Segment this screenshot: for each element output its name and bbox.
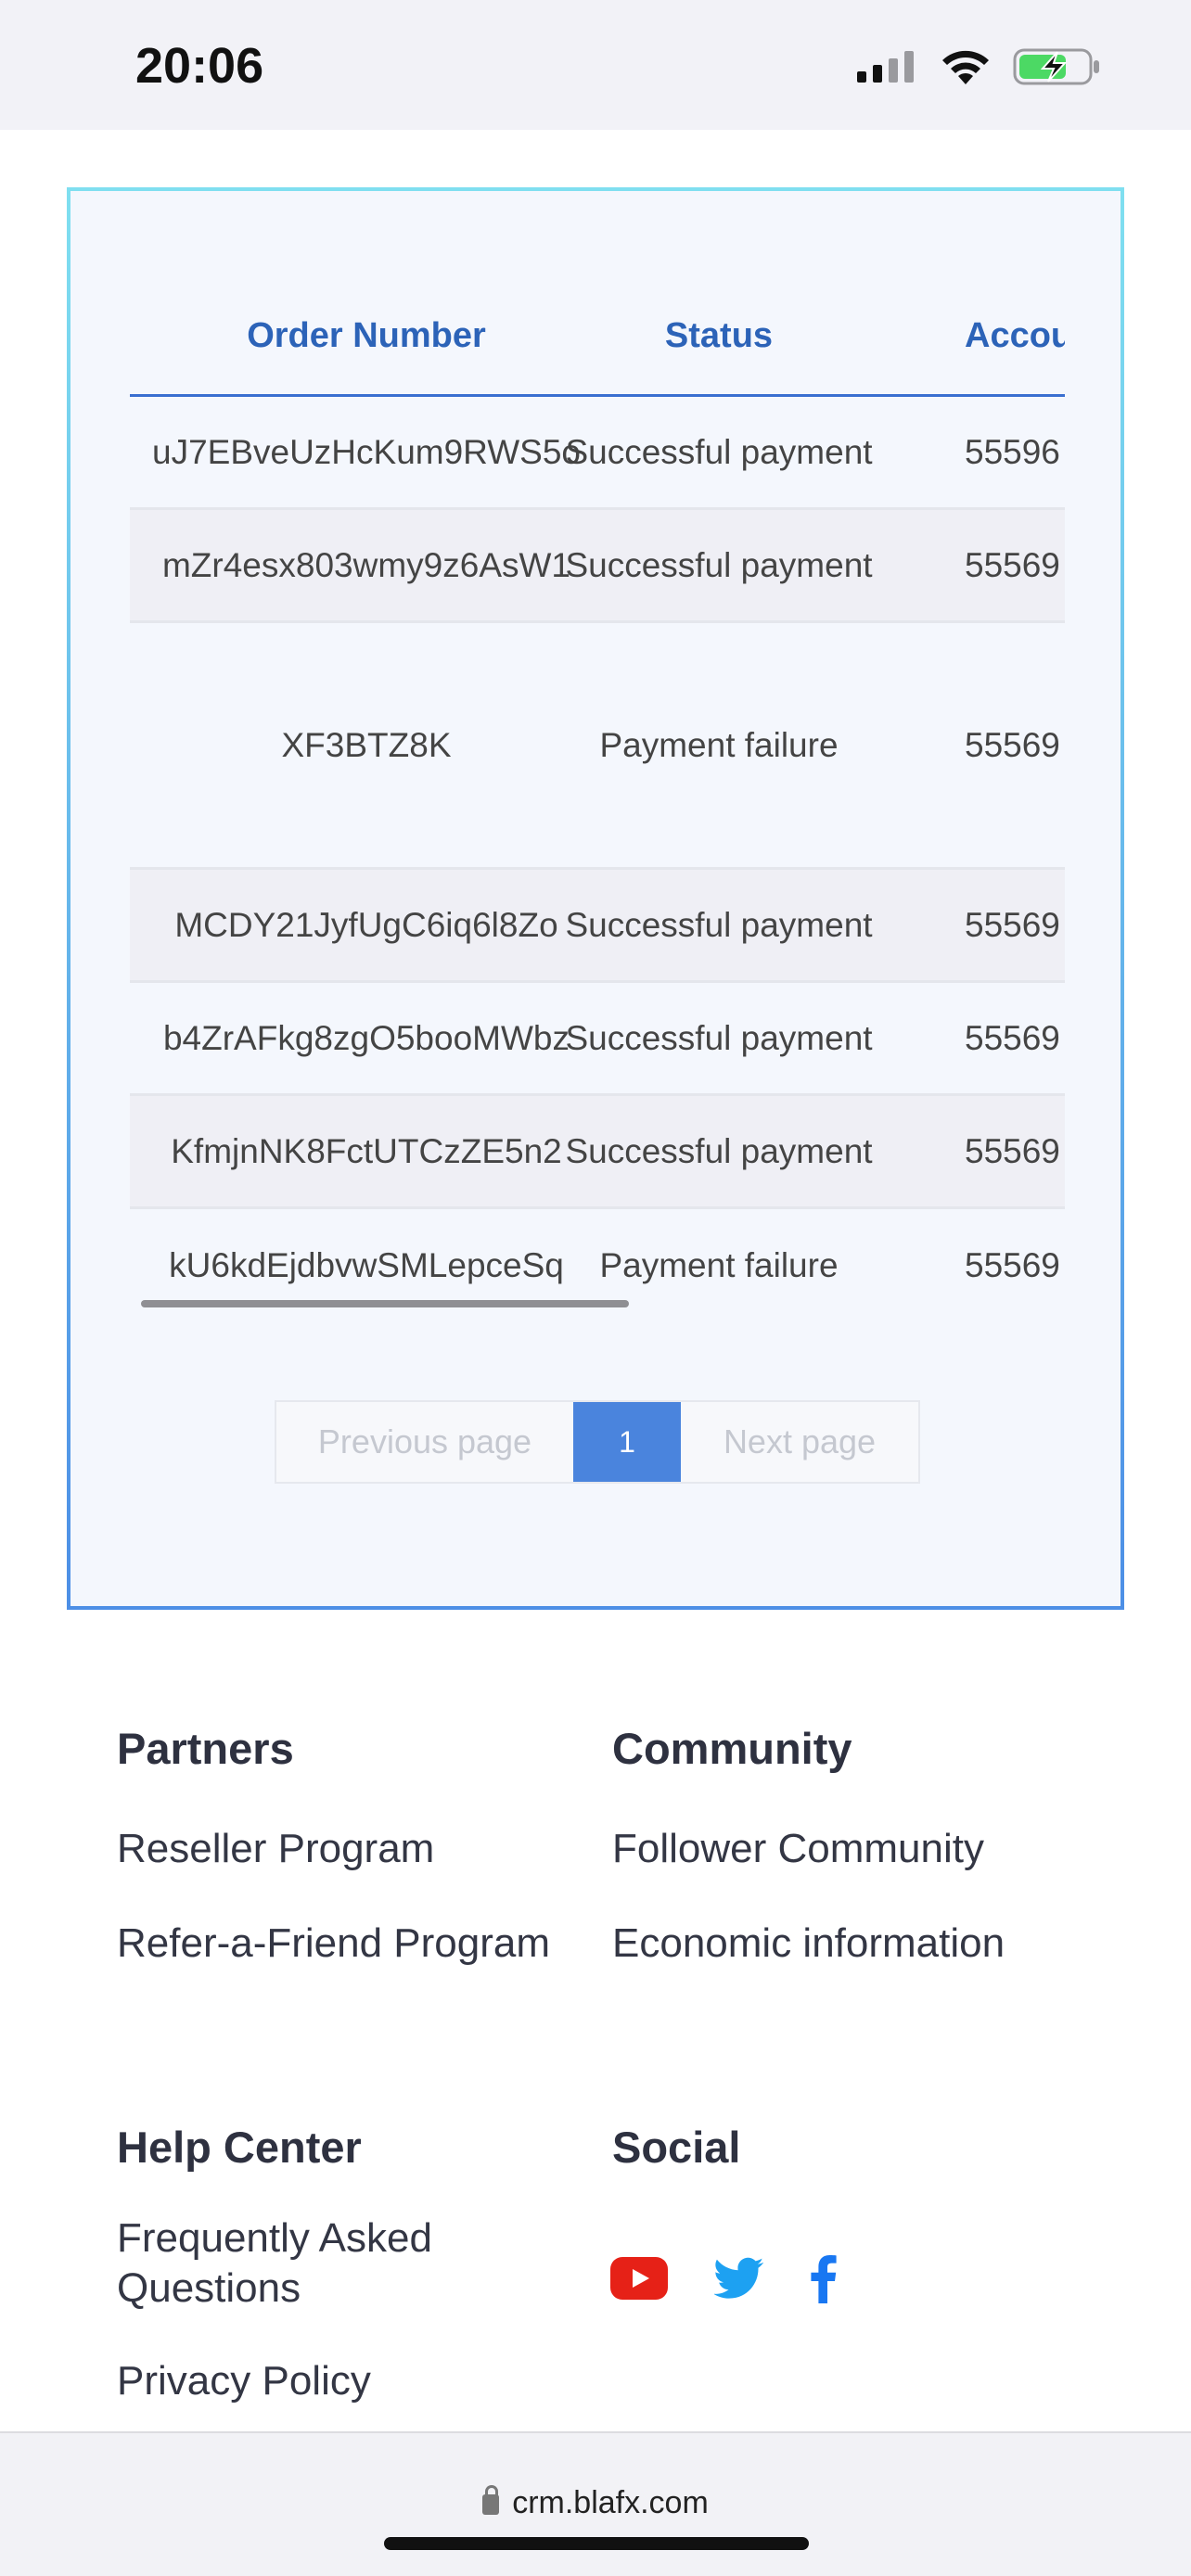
table-header: Order Number Status Accou — [130, 274, 1065, 397]
footer-help-center-title: Help Center — [117, 2123, 362, 2172]
wifi-icon — [939, 47, 992, 86]
status-bar: 20:06 — [0, 0, 1191, 130]
lock-icon — [482, 2485, 500, 2515]
follower-community-link[interactable]: Follower Community — [612, 1824, 1005, 1874]
account-cell: 55569 — [965, 905, 1060, 944]
orders-table-card: Order Number Status Accou uJ7EBveUzHcKum… — [67, 187, 1124, 1610]
status-icons — [857, 46, 1102, 87]
status-cell: Successful payment — [565, 905, 873, 944]
privacy-policy-link[interactable]: Privacy Policy — [117, 2356, 562, 2406]
table-row[interactable]: KfmjnNK8FctUTCzZE5n2 Successful payment … — [130, 1096, 1065, 1209]
horizontal-scrollbar[interactable] — [141, 1300, 629, 1307]
footer-social: Social — [612, 2122, 740, 2173]
footer-community: Community Follower Community Economic in… — [612, 1723, 1005, 1969]
status-cell: Payment failure — [599, 1246, 839, 1284]
refer-a-friend-link[interactable]: Refer-a-Friend Program — [117, 1919, 550, 1969]
orders-table[interactable]: Order Number Status Accou uJ7EBveUzHcKum… — [130, 274, 1065, 1430]
table-row[interactable]: b4ZrAFkg8zgO5booMWbz Successful payment … — [130, 983, 1065, 1096]
footer-help-center: Help Center Frequently Asked Questions P… — [117, 2122, 562, 2406]
status-cell: Successful payment — [565, 1018, 873, 1057]
previous-page-button[interactable]: Previous page — [276, 1402, 573, 1482]
column-header-account[interactable]: Accou — [965, 274, 1065, 397]
order-number-cell: XF3BTZ8K — [281, 725, 452, 764]
order-number-cell: mZr4esx803wmy9z6AsW1 — [161, 545, 570, 584]
footer-social-title: Social — [612, 2123, 741, 2172]
status-cell: Successful payment — [565, 432, 873, 471]
url-display[interactable]: crm.blafx.com — [0, 2485, 1191, 2521]
social-icons — [610, 2253, 837, 2308]
pagination: Previous page 1 Next page — [275, 1400, 920, 1484]
cellular-signal-icon — [857, 51, 918, 83]
status-cell: Successful payment — [565, 545, 873, 584]
column-header-order-number[interactable]: Order Number — [130, 274, 603, 397]
table-row[interactable]: mZr4esx803wmy9z6AsW1 Successful payment … — [130, 510, 1065, 623]
footer-partners: Partners Reseller Program Refer-a-Friend… — [117, 1723, 550, 1969]
account-cell: 55569 — [965, 1246, 1060, 1284]
table-row[interactable]: uJ7EBveUzHcKum9RWS5o Successful payment … — [130, 397, 1065, 510]
table-row[interactable]: XF3BTZ8K Payment failure 55569 — [130, 623, 1065, 870]
status-time: 20:06 — [135, 38, 264, 94]
youtube-icon[interactable] — [610, 2257, 668, 2304]
account-cell: 55569 — [965, 1131, 1060, 1170]
twitter-icon[interactable] — [713, 2257, 764, 2304]
facebook-icon[interactable] — [811, 2253, 837, 2308]
account-cell: 55569 — [965, 545, 1060, 584]
order-number-cell: uJ7EBveUzHcKum9RWS5o — [152, 432, 581, 471]
browser-url-bar[interactable]: crm.blafx.com — [0, 2431, 1191, 2576]
account-cell: 55569 — [965, 1018, 1060, 1057]
battery-charging-icon — [1013, 46, 1102, 87]
table-row[interactable]: MCDY21JyfUgC6iq6l8Zo Successful payment … — [130, 870, 1065, 983]
economic-information-link[interactable]: Economic information — [612, 1919, 1005, 1969]
order-number-cell: b4ZrAFkg8zgO5booMWbz — [162, 1018, 570, 1057]
faq-link[interactable]: Frequently Asked Questions — [117, 2213, 562, 2314]
account-cell: 55569 — [965, 725, 1060, 764]
footer-partners-title: Partners — [117, 1724, 294, 1773]
footer-community-title: Community — [612, 1724, 852, 1773]
home-indicator[interactable] — [384, 2537, 809, 2550]
url-text: crm.blafx.com — [512, 2485, 709, 2520]
column-header-status[interactable]: Status — [603, 274, 835, 397]
account-cell: 55596 — [965, 432, 1060, 471]
next-page-button[interactable]: Next page — [681, 1402, 918, 1482]
order-number-cell: MCDY21JyfUgC6iq6l8Zo — [174, 905, 558, 944]
page-1-button[interactable]: 1 — [573, 1402, 681, 1482]
reseller-program-link[interactable]: Reseller Program — [117, 1824, 550, 1874]
status-cell: Payment failure — [599, 725, 839, 764]
order-number-cell: KfmjnNK8FctUTCzZE5n2 — [171, 1131, 562, 1170]
status-cell: Successful payment — [565, 1131, 873, 1170]
